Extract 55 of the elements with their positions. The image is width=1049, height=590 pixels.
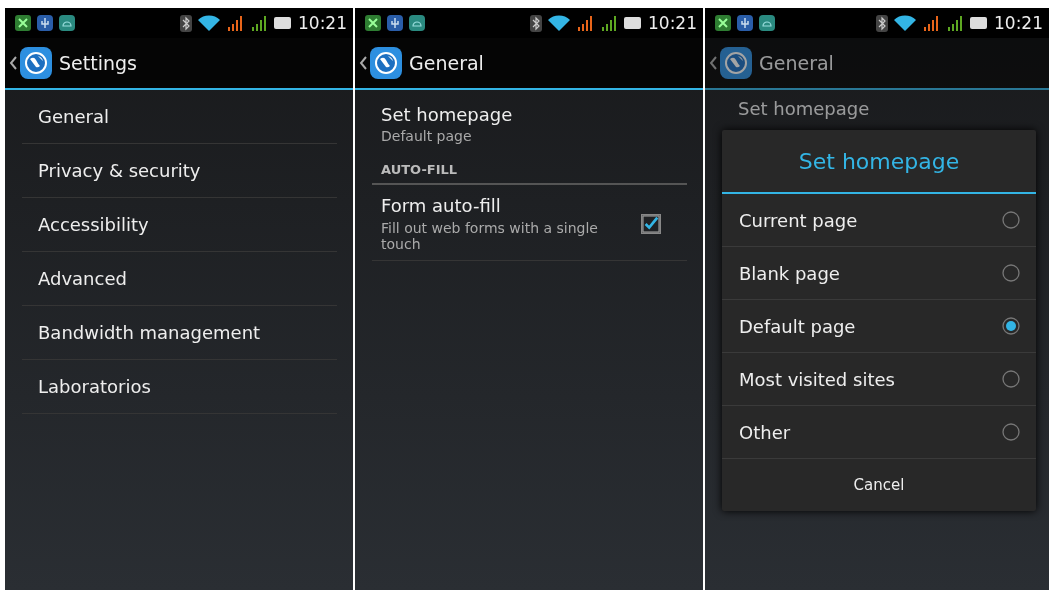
- back-chevron-icon[interactable]: [9, 55, 17, 71]
- usb-icon: [737, 15, 753, 31]
- wifi-icon: [548, 15, 570, 31]
- signal-icon: [250, 15, 268, 31]
- radio-option[interactable]: Blank page: [722, 247, 1036, 300]
- dialog-title: Set homepage: [722, 130, 1036, 194]
- bluetooth-icon: [876, 14, 888, 32]
- status-time: 10:21: [298, 13, 347, 33]
- radio-option[interactable]: Default page: [722, 300, 1036, 353]
- notification-icon: [365, 15, 381, 31]
- settings-item[interactable]: Laboratorios: [22, 360, 337, 414]
- back-chevron-icon[interactable]: [709, 55, 717, 71]
- settings-item[interactable]: General: [22, 90, 337, 144]
- signal-icon: [226, 15, 244, 31]
- wifi-icon: [894, 15, 916, 31]
- notification-icon: [715, 15, 731, 31]
- settings-item[interactable]: Accessibility: [22, 198, 337, 252]
- status-time: 10:21: [994, 13, 1043, 33]
- usb-icon: [387, 15, 403, 31]
- radio-option[interactable]: Other: [722, 406, 1036, 459]
- radio-button[interactable]: [1002, 264, 1020, 282]
- signal-icon: [600, 15, 618, 31]
- radio-button[interactable]: [1002, 423, 1020, 441]
- signal-icon: [922, 15, 940, 31]
- settings-item[interactable]: Set homepage: [722, 90, 1033, 126]
- wifi-icon: [198, 15, 220, 31]
- radio-option[interactable]: Current page: [722, 194, 1036, 247]
- header-title: General: [409, 52, 484, 74]
- usb-icon: [37, 15, 53, 31]
- battery-icon: [624, 17, 642, 29]
- setting-title[interactable]: Set homepage: [381, 104, 687, 125]
- bluetooth-icon: [530, 14, 542, 32]
- bluetooth-icon: [180, 14, 192, 32]
- setting-summary: Default page: [381, 128, 473, 144]
- status-time: 10:21: [648, 13, 697, 33]
- radio-button[interactable]: [1002, 370, 1020, 388]
- radio-button[interactable]: [1002, 317, 1020, 335]
- setting-title[interactable]: Form auto-fill: [381, 195, 641, 216]
- cancel-button[interactable]: Cancel: [722, 459, 1036, 511]
- radio-option[interactable]: Most visited sites: [722, 353, 1036, 406]
- signal-icon: [576, 15, 594, 31]
- radio-button[interactable]: [1002, 211, 1020, 229]
- header-title: Settings: [59, 52, 137, 74]
- settings-item[interactable]: Advanced: [22, 252, 337, 306]
- checkbox[interactable]: [641, 213, 661, 234]
- battery-icon: [274, 17, 292, 29]
- battery-icon: [970, 17, 988, 29]
- notification-icon: [15, 15, 31, 31]
- settings-item[interactable]: Privacy & security: [22, 144, 337, 198]
- header-title: General: [759, 52, 834, 74]
- category-header: AUTO-FILL: [372, 154, 687, 185]
- back-chevron-icon[interactable]: [359, 55, 367, 71]
- signal-icon: [946, 15, 964, 31]
- settings-item[interactable]: Bandwidth management: [22, 306, 337, 360]
- setting-summary: Fill out web forms with a single touch: [381, 220, 599, 252]
